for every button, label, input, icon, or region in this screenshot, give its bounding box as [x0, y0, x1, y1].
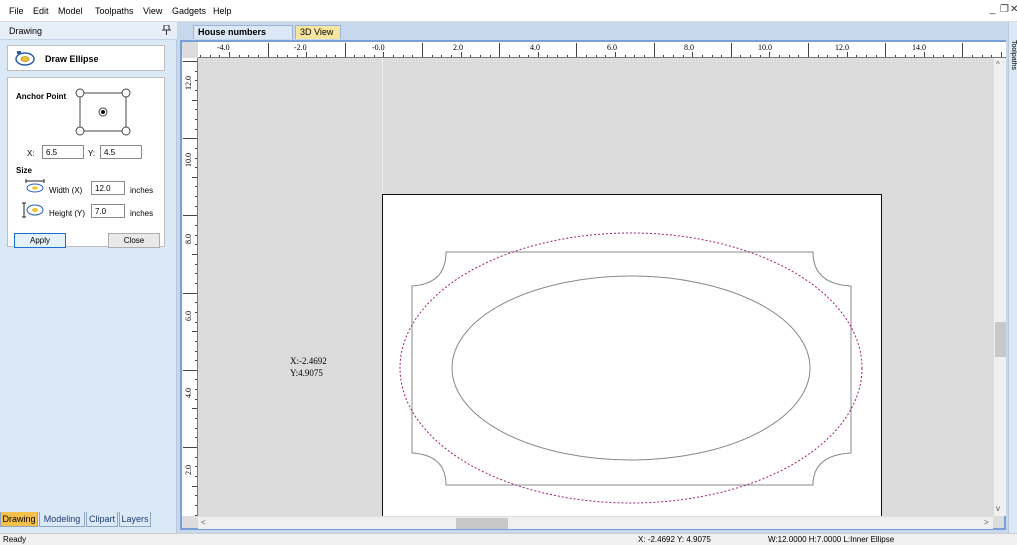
panel-title: Drawing: [9, 26, 43, 36]
status-bar: Ready X: -2.4692 Y: 4.9075 W:12.0000 H:7…: [0, 533, 1017, 545]
panel-title-bar: Drawing: [0, 22, 177, 40]
menu-help[interactable]: Help: [213, 6, 232, 16]
ruler-tick: [267, 43, 269, 57]
close-window-button[interactable]: ✕: [1010, 4, 1017, 15]
scroll-right-icon[interactable]: >: [984, 518, 989, 527]
tab-layers[interactable]: Layers: [119, 512, 151, 527]
drawing-panel: Drawing Draw Ellipse Anchor Point X: 6.5…: [0, 22, 177, 533]
tab-3d-view[interactable]: 3D View: [295, 25, 341, 39]
menu-view[interactable]: View: [143, 6, 162, 16]
width-input[interactable]: [91, 181, 125, 195]
horizontal-scrollbar[interactable]: < >: [198, 516, 993, 529]
ruler-tick: [499, 43, 501, 57]
preview-ellipse: [399, 232, 863, 504]
ruler-label: 10.0: [184, 153, 193, 167]
ruler-tick: [344, 43, 346, 57]
menu-edit[interactable]: Edit: [33, 6, 49, 16]
ruler-tick: [183, 447, 197, 448]
menu-model[interactable]: Model: [58, 6, 83, 16]
ruler-tick: [422, 43, 423, 57]
ruler-tick: [183, 61, 197, 62]
status-size: W:12.0000 H:7.0000 L:Inner Ellipse: [768, 535, 895, 544]
ruler-label: 14.0: [912, 43, 926, 52]
ruler-tick: [962, 43, 964, 57]
vector-shapes: [399, 232, 863, 504]
ruler-label: 4.0: [530, 43, 540, 52]
toolpaths-tab-label: Toolpaths: [1010, 40, 1017, 70]
status-ready: Ready: [3, 535, 27, 544]
y-label: Y:: [88, 149, 96, 158]
ruler-tick: [885, 43, 887, 57]
ruler-tick: [808, 43, 809, 57]
tab-clipart[interactable]: Clipart: [86, 512, 118, 527]
ruler-label: 6.0: [607, 43, 617, 52]
ellipse-tool-icon: [14, 50, 36, 69]
minimize-button[interactable]: _: [990, 4, 996, 15]
anchor-heading: Anchor Point: [16, 92, 67, 101]
pushpin-icon[interactable]: [162, 24, 171, 37]
ruler-tick: [730, 43, 732, 57]
ruler-label: 12.0: [835, 43, 849, 52]
height-label: Height (Y): [49, 209, 86, 218]
ruler-label: 4.0: [184, 388, 193, 398]
ruler-tick: [183, 138, 197, 140]
cursor-x-readout: X:-2.4692: [290, 356, 327, 366]
anchor-y-input[interactable]: [100, 145, 142, 159]
tool-settings: Anchor Point X: Y: Size Width (X) inches: [7, 77, 165, 247]
ruler-label: 12.0: [184, 76, 193, 90]
vertical-ruler: 12.0 10.0 8.0 6.0 4.0 2.0: [182, 58, 198, 516]
height-units: inches: [130, 209, 154, 218]
plaque-outline: [411, 251, 852, 486]
scroll-down-icon[interactable]: v: [996, 504, 1000, 513]
status-cursor: X: -2.4692 Y: 4.9075: [638, 535, 711, 544]
tool-name: Draw Ellipse: [45, 54, 99, 64]
tab-drawing[interactable]: Drawing: [0, 512, 38, 527]
restore-button[interactable]: ❐: [1000, 4, 1009, 15]
tool-header: Draw Ellipse: [7, 45, 165, 71]
width-icon: [25, 179, 45, 195]
horizontal-ruler: -4.0 -2.0 -0.0 2.0 4.0 6.0 8.0 10.0 12.0…: [198, 42, 1006, 58]
cursor-y-readout: Y:4.9075: [290, 368, 323, 378]
menu-bar: File Edit Model Toolpaths View Gadgets H…: [0, 0, 1017, 22]
apply-button[interactable]: Apply: [14, 233, 66, 248]
ruler-tick: [576, 43, 578, 57]
ruler-label: 8.0: [184, 234, 193, 244]
close-button[interactable]: Close: [108, 233, 160, 248]
ruler-label: -4.0: [217, 43, 230, 52]
anchor-point-selector[interactable]: [75, 88, 131, 138]
height-input[interactable]: [91, 204, 125, 218]
horizontal-scroll-thumb[interactable]: [456, 518, 508, 529]
drawing-canvas[interactable]: X:-2.4692 Y:4.9075: [198, 58, 993, 516]
height-icon: [22, 202, 44, 220]
ruler-label: 8.0: [684, 43, 694, 52]
ruler-tick: [183, 369, 197, 371]
tab-house-numbers-plaque[interactable]: House numbers Plaque: [193, 25, 293, 50]
ruler-tick: [653, 43, 655, 57]
vertical-scroll-thumb[interactable]: [995, 322, 1006, 357]
x-label: X:: [27, 149, 35, 158]
ruler-label: 2.0: [184, 465, 193, 475]
size-heading: Size: [16, 166, 33, 175]
menu-toolpaths[interactable]: Toolpaths: [95, 6, 134, 16]
width-label: Width (X): [49, 186, 83, 195]
panel-tabs: Drawing Modeling Clipart Layers: [0, 512, 177, 528]
scroll-up-icon[interactable]: ^: [996, 60, 1000, 69]
ruler-tick: [183, 292, 197, 294]
ruler-label: -0.0: [372, 43, 385, 52]
anchor-x-input[interactable]: [42, 145, 84, 159]
vertical-scrollbar[interactable]: ^ v: [993, 58, 1006, 516]
menu-file[interactable]: File: [9, 6, 24, 16]
inner-ellipse: [451, 275, 811, 461]
tab-modeling[interactable]: Modeling: [39, 512, 85, 527]
menu-gadgets[interactable]: Gadgets: [172, 6, 206, 16]
ruler-label: 2.0: [453, 43, 463, 52]
width-units: inches: [130, 186, 154, 195]
toolpaths-panel-tab[interactable]: Toolpaths: [1008, 22, 1017, 533]
ruler-tick: [183, 215, 197, 217]
scroll-left-icon[interactable]: <: [201, 518, 206, 527]
ruler-label: 6.0: [184, 311, 193, 321]
ruler-label: -2.0: [294, 43, 307, 52]
ruler-label: 10.0: [758, 43, 772, 52]
